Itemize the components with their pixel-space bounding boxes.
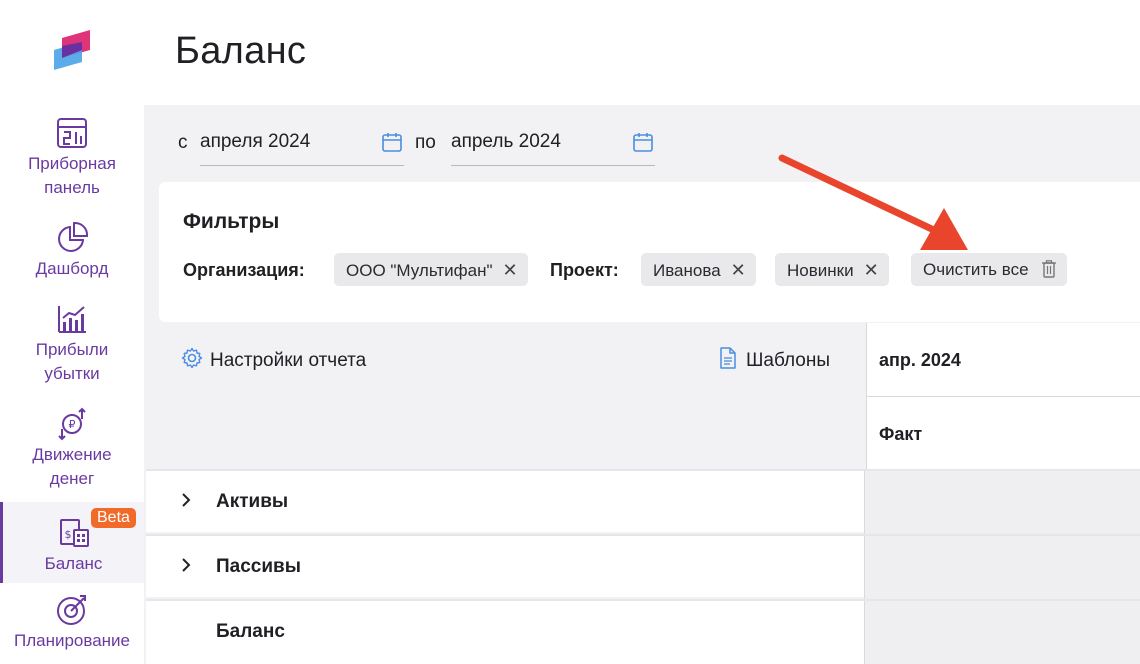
dashboard-panel-icon <box>57 118 87 148</box>
table-row: Баланс <box>146 599 1140 664</box>
chip-label: Иванова <box>653 261 721 280</box>
calendar-icon[interactable] <box>632 131 654 153</box>
sidebar-item-label: Прибыли убытки <box>35 340 109 383</box>
beta-badge: Beta <box>91 508 136 528</box>
app-root: Приборная панель Дашборд Прибыли убытки <box>0 0 1140 664</box>
table-row[interactable]: Пассивы <box>146 534 1140 599</box>
organization-label: Организация: <box>183 260 305 280</box>
templates-button[interactable]: Шаблоны <box>716 346 830 372</box>
svg-text:₽: ₽ <box>69 418 76 431</box>
row-label: Баланс <box>216 621 285 642</box>
period-header: апр. 2024 <box>879 350 961 370</box>
value-cell <box>864 536 1140 599</box>
svg-text:$: $ <box>64 528 71 541</box>
report-settings-button[interactable]: Настройки отчета <box>180 346 366 372</box>
chip-label: Новинки <box>787 261 854 280</box>
close-icon[interactable]: ✕ <box>731 260 746 281</box>
report-settings-label: Настройки отчета <box>210 350 367 371</box>
page-title: Баланс <box>175 30 307 72</box>
chevron-right-icon[interactable] <box>178 555 194 575</box>
close-icon[interactable]: ✕ <box>864 260 879 281</box>
date-to-prefix: по <box>415 132 436 153</box>
table-row[interactable]: Активы <box>146 469 1140 534</box>
divider <box>867 396 1140 397</box>
sidebar: Приборная панель Дашборд Прибыли убытки <box>0 0 144 664</box>
sidebar-item-dashboard[interactable]: Дашборд <box>0 221 144 281</box>
date-from-prefix: с <box>178 132 188 153</box>
templates-label: Шаблоны <box>746 350 831 371</box>
column-header: апр. 2024 Факт <box>866 323 1140 469</box>
trash-icon <box>1042 260 1057 278</box>
filter-chip-organization[interactable]: ООО "Мультифан" ✕ <box>334 253 528 286</box>
row-label: Пассивы <box>216 556 301 577</box>
sidebar-item-balance[interactable]: $ Beta Баланс <box>0 502 144 583</box>
sidebar-item-profit-loss[interactable]: Прибыли убытки <box>0 302 144 386</box>
fact-column-header: Факт <box>879 424 923 444</box>
target-icon <box>57 595 86 625</box>
sidebar-item-planning[interactable]: Планирование <box>0 593 144 653</box>
sidebar-item-label: Дашборд <box>35 259 109 278</box>
sidebar-item-label: Планирование <box>13 631 131 650</box>
project-label: Проект: <box>550 260 619 280</box>
clear-all-label: Очистить все <box>923 260 1029 279</box>
balance-icon: $ <box>59 519 89 547</box>
calendar-icon[interactable] <box>381 131 403 153</box>
value-cell <box>864 471 1140 534</box>
pie-chart-icon <box>58 221 89 252</box>
date-from-value: апреля 2024 <box>200 131 311 152</box>
sidebar-item-cash-flow[interactable]: ₽ Движение денег <box>0 407 144 491</box>
annotation-arrow <box>778 154 968 250</box>
value-cell <box>864 601 1140 664</box>
date-to-value: апрель 2024 <box>451 131 561 152</box>
gear-icon <box>181 347 203 369</box>
filters-title: Фильтры <box>183 210 280 233</box>
sidebar-item-label: Приборная панель <box>28 154 116 197</box>
bar-chart-icon <box>58 306 86 333</box>
sidebar-item-label: Баланс <box>44 554 103 573</box>
date-to-field[interactable]: апрель 2024 <box>451 128 655 166</box>
document-icon <box>720 347 736 369</box>
chip-label: ООО "Мультифан" <box>346 261 493 280</box>
close-icon[interactable]: ✕ <box>503 260 518 281</box>
filters-card: Фильтры Организация: ООО "Мультифан" ✕ Пр… <box>159 182 1140 322</box>
chevron-right-icon[interactable] <box>178 490 194 510</box>
app-logo[interactable] <box>52 28 92 76</box>
sidebar-item-dashboard-panel[interactable]: Приборная панель <box>0 116 144 200</box>
filter-chip-project[interactable]: Иванова ✕ <box>641 253 756 286</box>
money-flow-icon: ₽ <box>58 407 86 441</box>
sidebar-item-label: Движение денег <box>32 445 112 488</box>
row-label: Активы <box>216 491 289 512</box>
date-from-field[interactable]: апреля 2024 <box>200 128 404 166</box>
